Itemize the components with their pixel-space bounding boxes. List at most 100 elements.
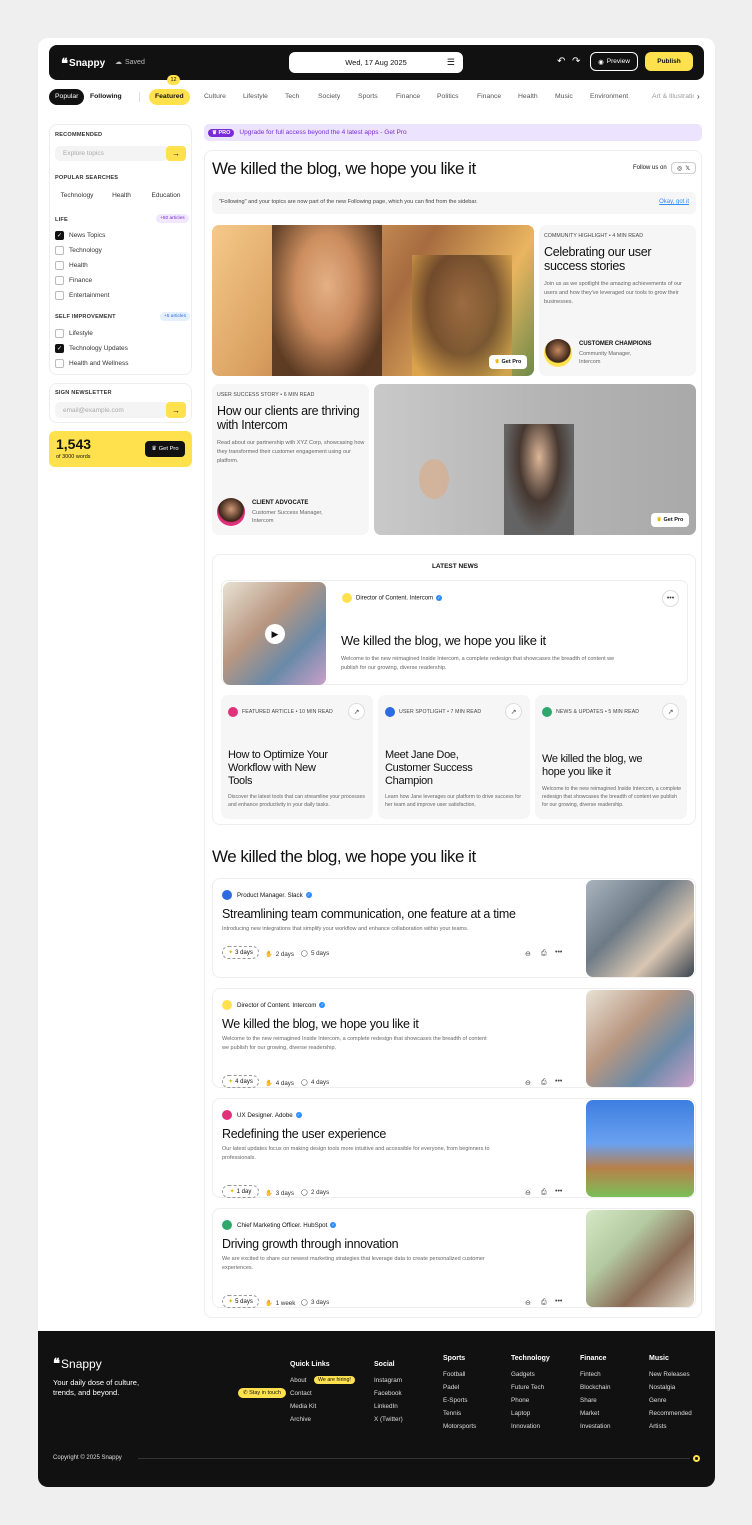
bookmark-icon[interactable]: ⎙ (541, 1079, 547, 1087)
comments-stat[interactable]: ◯ 3 days (301, 1299, 329, 1306)
footer-link[interactable]: Laptop (511, 1410, 530, 1417)
footer-link[interactable]: Artists (649, 1423, 667, 1430)
minus-circle-icon[interactable]: ⊖ (525, 1079, 531, 1087)
arrow-up-right-icon[interactable]: ↗ (348, 703, 365, 720)
post-card[interactable]: UX Designer. Adobe ✓ Redefining the user … (212, 1098, 696, 1198)
footer-logo[interactable]: ❛❛ Snappy (53, 1355, 102, 1372)
footer-link[interactable]: Phone (511, 1397, 529, 1404)
comments-stat[interactable]: ◯ 2 days (301, 1189, 329, 1196)
pro-upgrade-banner[interactable]: ♛ PRO Upgrade for full access beyond the… (204, 124, 702, 141)
play-icon[interactable]: ▶ (265, 624, 285, 644)
menu-icon[interactable]: ☰ (447, 58, 455, 67)
spark-tag[interactable]: ✦ 4 days (222, 1075, 259, 1088)
explore-submit-button[interactable]: → (166, 146, 186, 161)
checkbox-technology-updates[interactable]: ✓ Technology Updates (55, 344, 128, 353)
footer-link[interactable]: Padel (443, 1384, 459, 1391)
get-pro-button[interactable]: ♛ Get Pro (651, 513, 689, 527)
footer-link[interactable]: Investation (580, 1423, 610, 1430)
search-chip[interactable]: Health (101, 189, 142, 202)
likes-stat[interactable]: ✋ 2 days (265, 950, 294, 959)
more-options-icon[interactable]: ••• (662, 590, 679, 607)
minus-circle-icon[interactable]: ⊖ (525, 950, 531, 958)
instagram-icon[interactable]: ◎ (677, 165, 682, 172)
tab-following[interactable]: Following (84, 89, 128, 105)
arrow-up-right-icon[interactable]: ↗ (662, 703, 679, 720)
post-card[interactable]: Product Manager. Slack ✓ Streamlining tea… (212, 878, 696, 978)
minus-circle-icon[interactable]: ⊖ (525, 1189, 531, 1197)
footer-link[interactable]: Market (580, 1410, 599, 1417)
get-pro-button[interactable]: ♛ Get Pro (145, 441, 185, 457)
bookmark-icon[interactable]: ⎙ (541, 1189, 547, 1197)
email-input[interactable]: email@example.com (55, 402, 168, 418)
undo-icon[interactable]: ↶ (557, 56, 565, 67)
checkbox-finance[interactable]: Finance (55, 276, 92, 285)
checkbox-lifestyle[interactable]: Lifestyle (55, 329, 93, 338)
dismiss-notice-link[interactable]: Okay, got it (659, 199, 689, 205)
tab-health[interactable]: Health (512, 89, 544, 105)
hiring-badge[interactable]: We are hiring! (314, 1376, 355, 1384)
more-options-icon[interactable]: ••• (555, 949, 562, 956)
chevron-right-icon[interactable]: › (697, 92, 700, 101)
post-card[interactable]: Chief Marketing Officer. HubSpot ✓ Drivin… (212, 1208, 696, 1308)
arrow-up-right-icon[interactable]: ↗ (505, 703, 522, 720)
more-options-icon[interactable]: ••• (555, 1078, 562, 1085)
footer-link[interactable]: Innovation (511, 1423, 540, 1430)
tab-popular[interactable]: Popular (49, 89, 85, 105)
get-pro-button[interactable]: ♛ Get Pro (489, 355, 527, 369)
checkbox-news-topics[interactable]: ✓ News Topics (55, 231, 105, 240)
footer-link[interactable]: Archive (290, 1416, 311, 1423)
explore-input[interactable]: Explore topics (55, 146, 168, 161)
tab-music[interactable]: Music (549, 89, 579, 105)
footer-link[interactable]: Instagram (374, 1377, 402, 1384)
search-chip[interactable]: Technology (55, 189, 99, 202)
spark-tag[interactable]: ✦ 3 days (222, 946, 259, 959)
tab-featured[interactable]: Featured (149, 89, 190, 105)
footer-link[interactable]: X (Twitter) (374, 1416, 403, 1423)
latest-card[interactable]: FEATURED ARTICLE • 10 MIN READ ↗ How to … (221, 695, 373, 819)
tab-culture[interactable]: Culture (198, 89, 232, 105)
footer-link[interactable]: Fintech (580, 1371, 601, 1378)
bookmark-icon[interactable]: ⎙ (541, 950, 547, 958)
tab-sports[interactable]: Sports (352, 89, 384, 105)
footer-link[interactable]: Share (580, 1397, 597, 1404)
more-options-icon[interactable]: ••• (555, 1298, 562, 1305)
preview-button[interactable]: ◉ Preview (590, 52, 638, 71)
newsletter-submit-button[interactable]: → (166, 402, 186, 418)
tab-finance[interactable]: Finance (390, 89, 426, 105)
stay-in-touch-badge[interactable]: ✆ Stay in touch (238, 1388, 286, 1398)
tab-lifestyle[interactable]: Lifestyle (237, 89, 274, 105)
date-selector[interactable]: Wed, 17 Aug 2025 ☰ (289, 52, 463, 73)
footer-link[interactable]: Media Kit (290, 1403, 316, 1410)
app-logo[interactable]: ❛❛ Snappy (61, 55, 105, 72)
checkbox-technology[interactable]: Technology (55, 246, 102, 255)
search-chip[interactable]: Education (144, 189, 188, 202)
tab-environment[interactable]: Environment (584, 89, 634, 105)
footer-link[interactable]: Nostalgia (649, 1384, 675, 1391)
footer-link[interactable]: Football (443, 1371, 465, 1378)
likes-stat[interactable]: ✋ 3 days (265, 1189, 294, 1198)
tab-finance-2[interactable]: Finance (471, 89, 507, 105)
likes-stat[interactable]: ✋ 4 days (265, 1079, 294, 1088)
spark-tag[interactable]: ✦ 5 days (222, 1295, 259, 1308)
footer-link[interactable]: New Releases (649, 1371, 690, 1378)
feature-card-success[interactable]: USER SUCCESS STORY • 6 MIN READ How our … (212, 384, 369, 535)
tab-politics[interactable]: Politics (431, 89, 465, 105)
likes-stat[interactable]: ✋ 1 week (265, 1299, 295, 1308)
footer-link[interactable]: Motorsports (443, 1423, 476, 1430)
comments-stat[interactable]: ◯ 4 days (301, 1079, 329, 1086)
footer-link[interactable]: Facebook (374, 1390, 402, 1397)
footer-link[interactable]: Blockchain (580, 1384, 610, 1391)
tab-tech[interactable]: Tech (279, 89, 305, 105)
bookmark-icon[interactable]: ⎙ (541, 1299, 547, 1307)
footer-link[interactable]: Tennis (443, 1410, 461, 1417)
spark-tag[interactable]: ✦ 1 day (222, 1185, 259, 1198)
checkbox-health[interactable]: Health (55, 261, 88, 270)
more-options-icon[interactable]: ••• (555, 1188, 562, 1195)
minus-circle-icon[interactable]: ⊖ (525, 1299, 531, 1307)
footer-link[interactable]: Genre (649, 1397, 667, 1404)
post-card[interactable]: Director of Content. Intercom ✓ We killed… (212, 988, 696, 1088)
footer-link[interactable]: Gadgets (511, 1371, 535, 1378)
footer-link[interactable]: Contact (290, 1390, 312, 1397)
footer-link[interactable]: About (290, 1377, 306, 1384)
x-icon[interactable]: 𝕏 (685, 165, 690, 172)
